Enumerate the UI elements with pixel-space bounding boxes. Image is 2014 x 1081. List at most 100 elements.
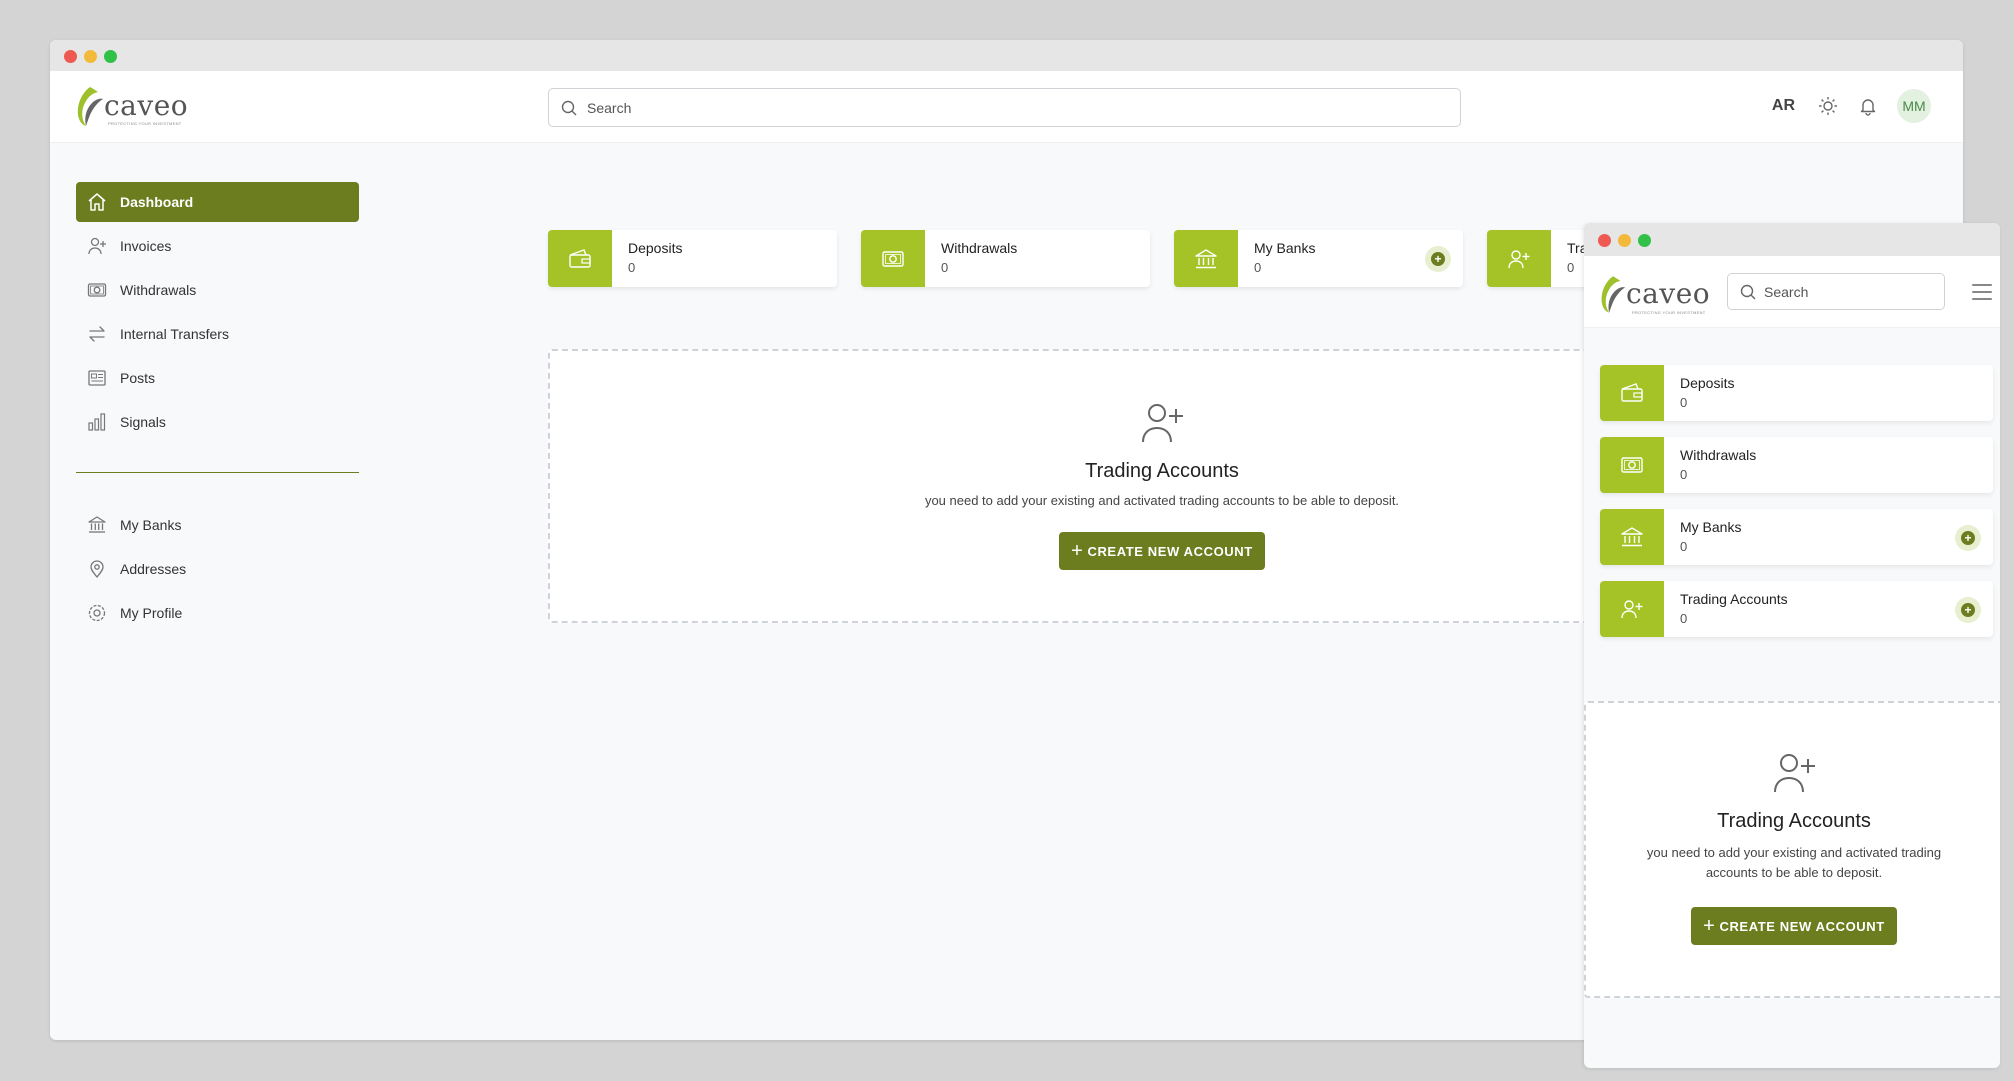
card-withdrawals[interactable]: Withdrawals 0 [1600, 437, 1993, 493]
newspaper-icon [86, 367, 108, 389]
brand-logo[interactable]: caveo PROTECTING YOUR INVESTMENT [1598, 274, 1711, 315]
card-value: 0 [1680, 467, 1688, 482]
bank-icon [1174, 230, 1238, 287]
create-new-account-button[interactable]: + CREATE NEW ACCOUNT [1059, 532, 1265, 570]
close-window-button[interactable] [1598, 234, 1611, 247]
sidebar-item-label: Invoices [120, 238, 172, 254]
card-value: 0 [1254, 260, 1262, 275]
close-window-button[interactable] [64, 50, 77, 63]
user-avatar[interactable]: MM [1897, 89, 1931, 123]
maximize-window-button[interactable] [1638, 234, 1651, 247]
header-actions: AR MM [1772, 89, 1931, 123]
sun-icon[interactable] [1817, 95, 1839, 117]
sidebar-item-my-profile[interactable]: My Profile [76, 593, 359, 633]
bell-icon[interactable] [1857, 95, 1879, 117]
sidebar-item-label: My Banks [120, 517, 182, 533]
money-icon [86, 279, 108, 301]
sidebar-item-label: Dashboard [120, 194, 194, 210]
mobile-window: caveo PROTECTING YOUR INVESTMENT Deposit… [1584, 223, 2000, 1068]
card-deposits[interactable]: Deposits 0 [1600, 365, 1993, 421]
sidebar: Dashboard Invoices Withdrawals Internal … [76, 182, 359, 637]
sidebar-item-withdrawals[interactable]: Withdrawals [76, 270, 359, 310]
window-titlebar [50, 40, 1963, 71]
add-trading-account-button[interactable]: + [1955, 597, 1981, 623]
empty-state-title: Trading Accounts [1717, 810, 1871, 832]
card-trading-accounts[interactable]: Trading Accounts 0 + [1600, 581, 1993, 637]
card-my-banks[interactable]: My Banks 0 + [1174, 230, 1463, 287]
trading-accounts-empty-state: Trading Accounts you need to add your ex… [548, 349, 1608, 623]
card-value: 0 [1680, 395, 1688, 410]
language-toggle[interactable]: AR [1772, 97, 1795, 115]
sidebar-divider [76, 472, 359, 473]
plus-icon: + [1961, 603, 1975, 617]
home-icon [86, 191, 108, 213]
window-titlebar [1584, 223, 2000, 256]
bank-icon [1600, 509, 1664, 565]
sidebar-item-label: Addresses [120, 561, 187, 577]
button-label: CREATE NEW ACCOUNT [1719, 918, 1885, 934]
user-plus-icon [1774, 754, 1815, 793]
bank-icon [86, 514, 108, 536]
card-my-banks[interactable]: My Banks 0 + [1600, 509, 1993, 565]
sidebar-item-addresses[interactable]: Addresses [76, 549, 359, 589]
search-input[interactable] [1764, 283, 1928, 300]
brand-name: caveo [104, 89, 189, 122]
user-plus-icon [1142, 404, 1183, 443]
sidebar-item-label: Posts [120, 370, 156, 386]
user-plus-icon [1600, 581, 1664, 637]
sidebar-item-label: Internal Transfers [120, 326, 229, 342]
sidebar-item-label: My Profile [120, 605, 183, 621]
bar-chart-icon [86, 411, 108, 433]
search-icon [561, 100, 577, 115]
menu-icon[interactable] [1972, 284, 1992, 300]
sidebar-item-my-banks[interactable]: My Banks [76, 505, 359, 545]
create-new-account-button[interactable]: + CREATE NEW ACCOUNT [1691, 907, 1897, 945]
sidebar-item-signals[interactable]: Signals [76, 402, 359, 442]
search-bar[interactable] [548, 88, 1461, 127]
sidebar-item-dashboard[interactable]: Dashboard [76, 182, 359, 222]
card-title: Deposits [628, 240, 683, 256]
minimize-window-button[interactable] [84, 50, 97, 63]
card-title: Withdrawals [941, 240, 1018, 256]
brand-tagline: PROTECTING YOUR INVESTMENT [1632, 310, 1706, 315]
location-icon [86, 558, 108, 580]
caveo-leaf-icon [77, 87, 103, 126]
card-title: My Banks [1680, 519, 1742, 535]
sidebar-item-label: Withdrawals [120, 282, 197, 298]
plus-icon: + [1703, 915, 1716, 937]
transfer-icon [86, 323, 108, 345]
card-title: Trading Accounts [1680, 591, 1788, 607]
add-bank-button[interactable]: + [1955, 525, 1981, 551]
card-deposits[interactable]: Deposits 0 [548, 230, 837, 287]
money-icon [1600, 437, 1664, 493]
card-value: 0 [941, 260, 949, 275]
mobile-top-bar: caveo PROTECTING YOUR INVESTMENT [1584, 256, 2000, 328]
plus-icon: + [1071, 540, 1084, 562]
sidebar-item-invoices[interactable]: Invoices [76, 226, 359, 266]
brand-name: caveo [1626, 277, 1711, 310]
wallet-icon [1600, 365, 1664, 421]
card-withdrawals[interactable]: Withdrawals 0 [861, 230, 1150, 287]
search-bar[interactable] [1727, 273, 1945, 310]
top-bar: caveo PROTECTING YOUR INVESTMENT AR MM [50, 71, 1963, 143]
user-plus-icon [1487, 230, 1551, 287]
trading-accounts-empty-state: Trading Accounts you need to add your ex… [1584, 701, 2000, 998]
sidebar-item-posts[interactable]: Posts [76, 358, 359, 398]
search-icon [1740, 284, 1756, 299]
caveo-leaf-icon [1601, 276, 1626, 313]
stats-cards: Deposits 0 Withdrawals 0 My Banks 0 + Tradi… [1600, 365, 1993, 653]
card-title: Deposits [1680, 375, 1735, 391]
card-title: Withdrawals [1680, 447, 1757, 463]
card-value: 0 [1680, 539, 1688, 554]
card-value: 0 [628, 260, 636, 275]
maximize-window-button[interactable] [104, 50, 117, 63]
search-input[interactable] [587, 99, 1397, 116]
add-bank-button[interactable]: + [1425, 246, 1451, 272]
card-value: 0 [1680, 611, 1688, 626]
sidebar-item-label: Signals [120, 414, 166, 430]
brand-tagline: PROTECTING YOUR INVESTMENT [108, 121, 182, 126]
empty-state-description: you need to add your existing and activa… [1646, 845, 1942, 880]
sidebar-item-internal-transfers[interactable]: Internal Transfers [76, 314, 359, 354]
brand-logo[interactable]: caveo PROTECTING YOUR INVESTMENT [74, 85, 188, 127]
minimize-window-button[interactable] [1618, 234, 1631, 247]
